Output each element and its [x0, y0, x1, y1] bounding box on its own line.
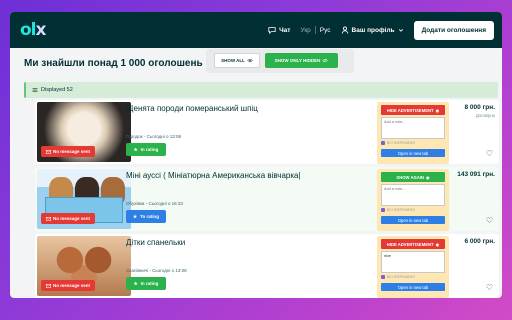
show-all-label: SHOW ALL: [221, 58, 245, 63]
mail-icon: [46, 283, 51, 288]
eye-off-icon: ◉: [435, 241, 440, 247]
badge-label: No message sent: [53, 149, 91, 154]
olx-logo[interactable]: olx: [20, 20, 46, 40]
favorite-heart-icon[interactable]: ♡: [486, 149, 493, 158]
profile-label: Ваш профіль: [351, 26, 395, 34]
star-icon: ★: [133, 146, 138, 152]
listing-card[interactable]: No message sent Міні ауссі ( Мініатюрна …: [35, 167, 499, 231]
lang-divider: [314, 26, 316, 34]
badge-label: No message sent: [53, 283, 91, 288]
listing-location-date: Городок - Сьогодні о 13:08: [126, 134, 182, 139]
listing-price: 8 000 грн.: [464, 104, 495, 111]
profile-menu[interactable]: Ваш профіль: [341, 26, 404, 34]
save-label: ВСІ ЗБЕРЕЖЕНО: [387, 208, 416, 212]
list-icon: [32, 88, 38, 92]
listing-title[interactable]: Міні ауссі ( Мініатюрна Американська вів…: [126, 171, 301, 180]
listing-card[interactable]: No message sent Дітки спанельки Скалівни…: [35, 234, 499, 298]
save-icon: [381, 275, 385, 279]
user-icon: [341, 26, 348, 34]
listing-card[interactable]: No message sent Щенята породи померанськ…: [35, 100, 499, 164]
note-input[interactable]: [381, 117, 445, 139]
listing-price: 143 091 грн.: [457, 171, 495, 178]
mail-icon: [46, 216, 51, 221]
chat-label: Чат: [279, 26, 291, 34]
eye-icon: [247, 59, 253, 62]
mail-icon: [46, 149, 51, 154]
show-only-hidden-button[interactable]: SHOW ONLY HIDDEN: [265, 53, 338, 68]
hide-advertisement-button[interactable]: HIDE ADVERTISEMENT ◉: [381, 105, 445, 115]
save-label: ВСІ ЗБЕРЕЖЕНО: [387, 141, 416, 145]
extension-panel: HIDE ADVERTISEMENT ◉ nice ВСІ ЗБЕРЕЖЕНО …: [377, 236, 449, 298]
displayed-count-banner: Displayed 52: [24, 82, 498, 98]
listing-location-date: Обухівка - Сьогодні о 16:33: [126, 201, 183, 206]
chat-icon: [268, 27, 276, 34]
open-in-new-tab-button[interactable]: Open in new tab: [381, 283, 445, 291]
page-title: Ми знайшли понад 1 000 оголошень: [24, 58, 203, 69]
rating-label: In rating: [140, 147, 159, 152]
language-switcher: Укр Рус: [300, 26, 331, 34]
save-icon: [381, 141, 385, 145]
note-input[interactable]: [381, 184, 445, 206]
hide-label: HIDE ADVERTISEMENT: [386, 241, 434, 247]
eye-off-icon: [322, 58, 329, 63]
browser-window: olx Чат Укр Рус Ваш профіль Додати оголо…: [10, 12, 502, 298]
top-navigation-bar: olx Чат Укр Рус Ваш профіль Додати оголо…: [10, 12, 502, 48]
listing-location-date: Скалівничі - Сьогодні о 13:08: [126, 268, 187, 273]
save-status: ВСІ ЗБЕРЕЖЕНО: [381, 141, 415, 145]
filter-toggle-group: SHOW ALL SHOW ONLY HIDDEN: [206, 49, 354, 73]
hide-label: HIDE ADVERTISEMENT: [386, 107, 434, 113]
save-status: ВСІ ЗБЕРЕЖЕНО: [381, 275, 415, 279]
rating-button[interactable]: ★ In rating: [126, 277, 166, 290]
rating-button[interactable]: ★ To rating: [126, 210, 166, 223]
open-in-new-tab-button[interactable]: Open in new tab: [381, 216, 445, 224]
nav-right: Чат Укр Рус Ваш профіль Додати оголошенн…: [268, 12, 494, 48]
listing-title[interactable]: Щенята породи померанський шпіц: [126, 104, 258, 113]
lang-uk[interactable]: Укр: [300, 27, 310, 34]
displayed-count: Displayed 52: [41, 87, 73, 93]
lang-ru[interactable]: Рус: [320, 27, 331, 34]
favorite-heart-icon[interactable]: ♡: [486, 216, 493, 225]
rating-label: To rating: [140, 214, 159, 219]
post-ad-button[interactable]: Додати оголошення: [413, 20, 494, 40]
eye-icon: ◉: [425, 174, 430, 180]
hide-advertisement-button[interactable]: HIDE ADVERTISEMENT ◉: [381, 239, 445, 249]
favorite-heart-icon[interactable]: ♡: [486, 283, 493, 292]
extension-panel: HIDE ADVERTISEMENT ◉ ВСІ ЗБЕРЕЖЕНО Open …: [377, 102, 449, 164]
note-input[interactable]: nice: [381, 251, 445, 273]
save-status: ВСІ ЗБЕРЕЖЕНО: [381, 208, 415, 212]
price-negotiable: Договірна: [475, 113, 495, 118]
no-message-badge: No message sent: [41, 280, 96, 291]
title-row: Ми знайшли понад 1 000 оголошень SHOW AL…: [24, 49, 494, 73]
chat-link[interactable]: Чат: [268, 26, 290, 34]
show-all-button[interactable]: SHOW ALL: [214, 53, 260, 68]
listing-title[interactable]: Дітки спанельки: [126, 238, 185, 247]
rating-button[interactable]: ★ In rating: [126, 143, 166, 156]
badge-label: No message sent: [53, 216, 91, 221]
save-icon: [381, 208, 385, 212]
extension-panel: SHOW AGAIN ◉ ВСІ ЗБЕРЕЖЕНО Open in new t…: [377, 169, 449, 231]
show-again-label: SHOW AGAIN: [396, 174, 424, 180]
listing-price: 6 000 грн.: [464, 238, 495, 245]
save-label: ВСІ ЗБЕРЕЖЕНО: [387, 275, 416, 279]
star-icon: ★: [133, 280, 138, 286]
eye-off-icon: ◉: [435, 107, 440, 113]
show-again-button[interactable]: SHOW AGAIN ◉: [381, 172, 445, 182]
show-hidden-label: SHOW ONLY HIDDEN: [274, 58, 321, 63]
chevron-down-icon: [398, 29, 403, 32]
star-icon: ★: [133, 213, 138, 219]
no-message-badge: No message sent: [41, 213, 96, 224]
no-message-badge: No message sent: [41, 146, 96, 157]
open-in-new-tab-button[interactable]: Open in new tab: [381, 149, 445, 157]
rating-label: In rating: [140, 281, 159, 286]
